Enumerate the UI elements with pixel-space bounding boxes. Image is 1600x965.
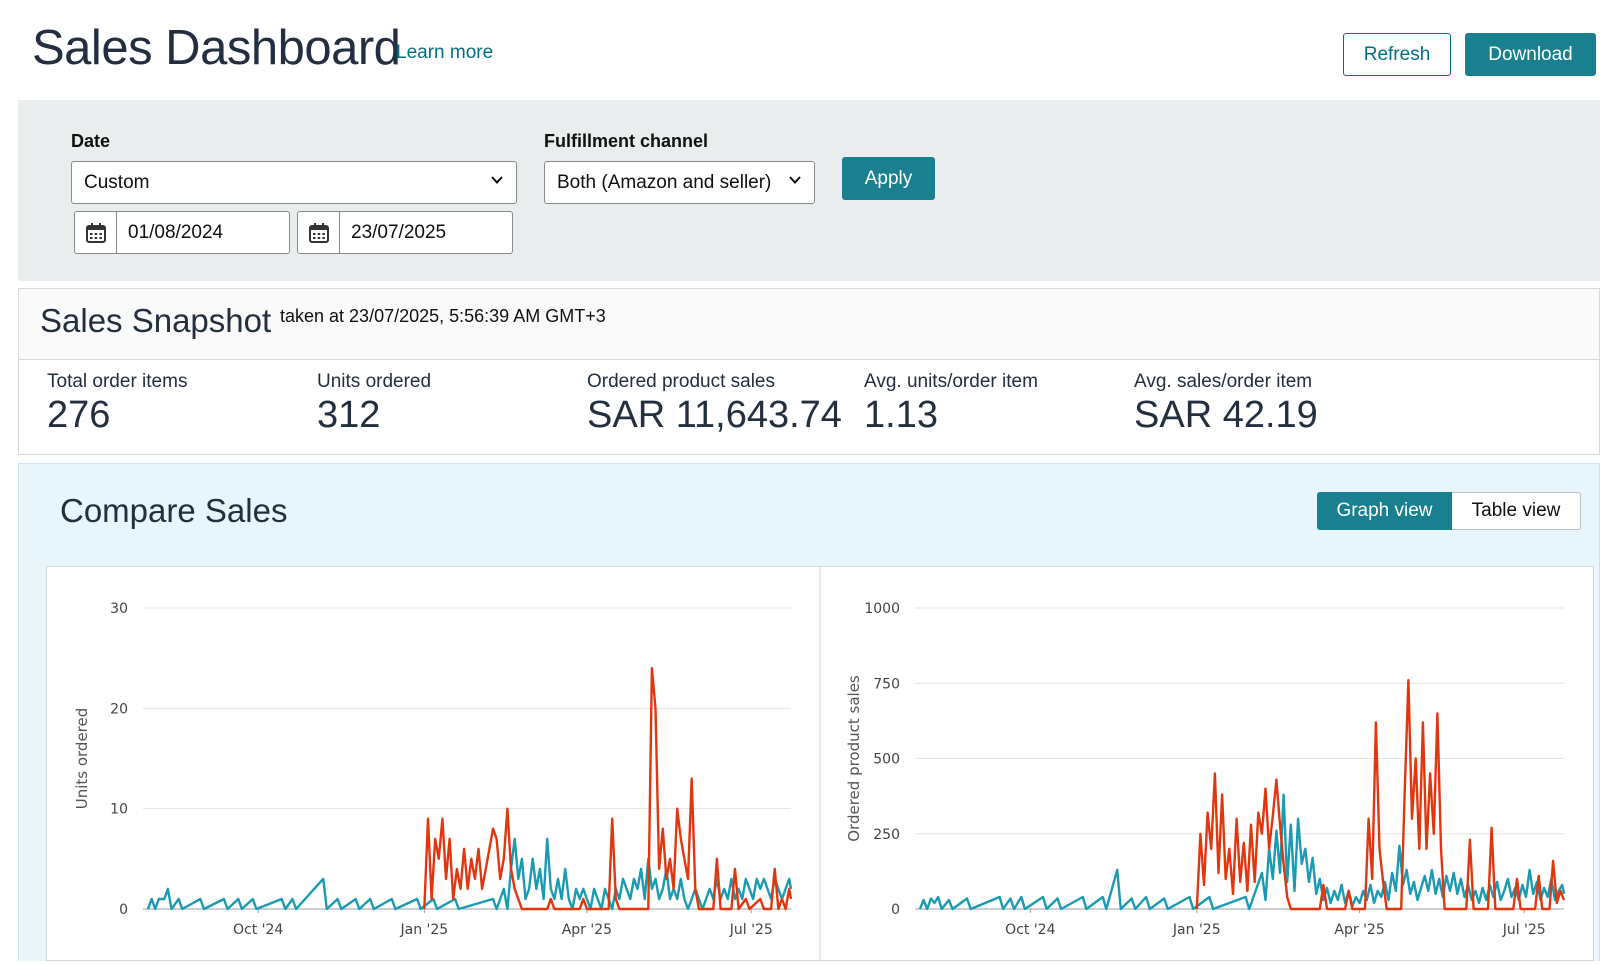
date-range-value: Custom bbox=[84, 171, 150, 193]
end-date-field[interactable]: 23/07/2025 bbox=[297, 211, 513, 254]
chevron-down-icon bbox=[491, 175, 503, 184]
end-date-value: 23/07/2025 bbox=[351, 221, 447, 243]
fulfillment-channel-select[interactable]: Both (Amazon and seller) bbox=[544, 161, 815, 204]
start-date-field[interactable]: 01/08/2024 bbox=[74, 211, 290, 254]
y-tick-label: 750 bbox=[873, 676, 900, 692]
y-tick-label: 500 bbox=[873, 752, 900, 768]
chevron-down-icon bbox=[789, 175, 801, 184]
date-range-select[interactable]: Custom bbox=[71, 161, 517, 204]
metric-value: 312 bbox=[317, 394, 381, 436]
charts-svg: 0 10 20 30 Oct '24 Jan '25 Apr '25 Jul '25 Units… bbox=[73, 567, 1566, 960]
date-label: Date bbox=[71, 131, 111, 151]
start-date-value: 01/08/2024 bbox=[128, 221, 224, 243]
metric-label: Avg. sales/order item bbox=[1134, 371, 1313, 392]
y-tick-label: 0 bbox=[119, 902, 128, 918]
refresh-button[interactable]: Refresh bbox=[1343, 33, 1451, 76]
snapshot-header: Sales Snapshot taken at 23/07/2025, 5:56… bbox=[19, 289, 1599, 360]
sales-snapshot-panel: Sales Snapshot taken at 23/07/2025, 5:56… bbox=[18, 288, 1600, 455]
compare-sales-title: Compare Sales bbox=[60, 492, 288, 529]
y-tick-label: 30 bbox=[110, 601, 128, 617]
calendar-icon[interactable] bbox=[298, 212, 340, 253]
charts-container: 0 10 20 30 Oct '24 Jan '25 Apr '25 Jul '25 Units… bbox=[46, 566, 1594, 961]
metric-label: Total order items bbox=[47, 371, 188, 392]
y-tick-label: 20 bbox=[110, 701, 128, 717]
metric-value: SAR 42.19 bbox=[1134, 394, 1318, 436]
series-line-red bbox=[423, 666, 793, 911]
metric-label: Ordered product sales bbox=[587, 371, 775, 392]
metric-label: Units ordered bbox=[317, 371, 432, 392]
fulfillment-channel-label: Fulfillment channel bbox=[544, 131, 709, 151]
x-tick-label: Jul '25 bbox=[729, 922, 773, 938]
graph-view-button[interactable]: Graph view bbox=[1317, 492, 1452, 530]
x-tick-label: Apr '25 bbox=[1334, 922, 1384, 938]
y-tick-label: 1000 bbox=[864, 601, 900, 617]
fulfillment-channel-value: Both (Amazon and seller) bbox=[557, 171, 772, 193]
metric-value: 276 bbox=[47, 394, 111, 436]
apply-button[interactable]: Apply bbox=[842, 157, 935, 200]
learn-more-link[interactable]: Learn more bbox=[396, 42, 493, 64]
y-tick-label: 250 bbox=[873, 827, 900, 843]
x-tick-label: Apr '25 bbox=[562, 922, 612, 938]
x-tick-label: Oct '24 bbox=[233, 922, 283, 938]
x-tick-label: Jan '25 bbox=[399, 922, 448, 938]
y-axis-title: Ordered product sales bbox=[845, 675, 863, 842]
snapshot-timestamp: taken at 23/07/2025, 5:56:39 AM GMT+3 bbox=[280, 306, 606, 326]
x-tick-label: Jul '25 bbox=[1502, 922, 1546, 938]
x-tick-label: Jan '25 bbox=[1172, 922, 1221, 938]
view-toggle: Graph view Table view bbox=[1317, 492, 1581, 530]
table-view-button[interactable]: Table view bbox=[1452, 492, 1581, 530]
y-tick-label: 10 bbox=[110, 802, 128, 818]
snapshot-title: Sales Snapshot bbox=[40, 302, 272, 339]
series-line-red bbox=[1195, 678, 1566, 911]
y-tick-label: 0 bbox=[891, 902, 900, 918]
calendar-icon[interactable] bbox=[75, 212, 117, 253]
metric-label: Avg. units/order item bbox=[864, 371, 1038, 392]
x-tick-label: Oct '24 bbox=[1005, 922, 1055, 938]
page-title: Sales Dashboard bbox=[32, 21, 401, 75]
metric-value: SAR 11,643.74 bbox=[587, 394, 842, 436]
download-button[interactable]: Download bbox=[1465, 33, 1596, 76]
y-axis-title: Units ordered bbox=[73, 708, 91, 810]
metric-value: 1.13 bbox=[864, 394, 938, 436]
